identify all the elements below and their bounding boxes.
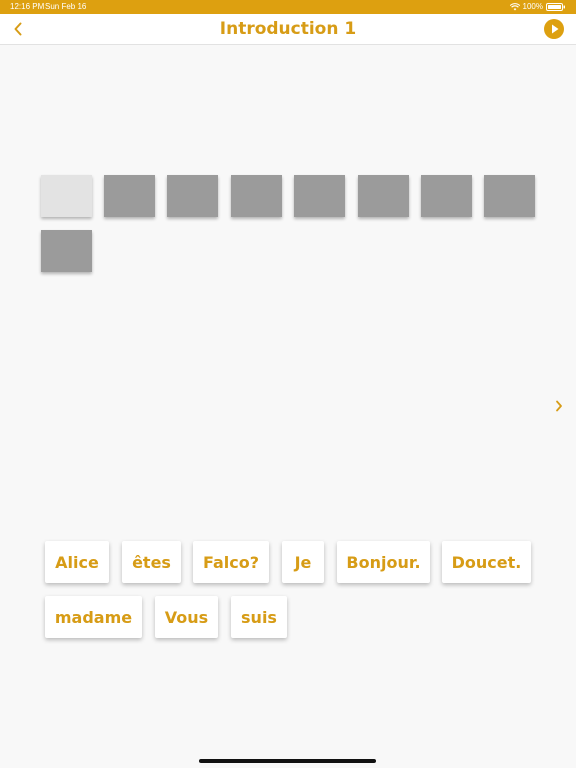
- answer-slot[interactable]: [231, 175, 282, 217]
- word-tile-suis[interactable]: suis: [231, 596, 287, 638]
- chevron-right-icon: [556, 400, 562, 412]
- next-button[interactable]: [551, 397, 567, 415]
- battery-percent: 100%: [522, 2, 543, 11]
- back-button[interactable]: [8, 19, 28, 39]
- status-right: 100%: [509, 2, 566, 11]
- status-date: Sun Feb 16: [45, 2, 87, 11]
- word-tile-bonjour[interactable]: Bonjour.: [337, 541, 430, 583]
- word-tile-vous[interactable]: Vous: [155, 596, 218, 638]
- answer-slot[interactable]: [294, 175, 345, 217]
- wifi-icon: [509, 2, 520, 10]
- answer-slot[interactable]: [421, 175, 472, 217]
- status-time: 12:16 PM: [10, 2, 45, 11]
- word-tile-doucet[interactable]: Doucet.: [442, 541, 531, 583]
- word-tile-alice[interactable]: Alice: [45, 541, 109, 583]
- battery-icon: [546, 2, 565, 11]
- answer-slot-empty[interactable]: [41, 175, 92, 217]
- answer-slot[interactable]: [484, 175, 535, 217]
- nav-bar: Introduction 1: [0, 14, 576, 45]
- play-button[interactable]: [544, 19, 564, 39]
- word-tile-falco[interactable]: Falco?: [193, 541, 269, 583]
- home-indicator: [199, 759, 376, 763]
- play-circle-icon: [552, 24, 559, 34]
- word-tile-etes[interactable]: êtes: [122, 541, 181, 583]
- page-title: Introduction 1: [219, 19, 357, 39]
- answer-slot[interactable]: [41, 230, 92, 272]
- status-bar: 12:16 PM Sun Feb 16 100%: [0, 0, 576, 14]
- answer-slot[interactable]: [358, 175, 409, 217]
- word-tile-madame[interactable]: madame: [45, 596, 142, 638]
- chevron-left-icon: [14, 22, 22, 36]
- word-tile-je[interactable]: Je: [282, 541, 324, 583]
- answer-slot[interactable]: [167, 175, 218, 217]
- answer-slot[interactable]: [104, 175, 155, 217]
